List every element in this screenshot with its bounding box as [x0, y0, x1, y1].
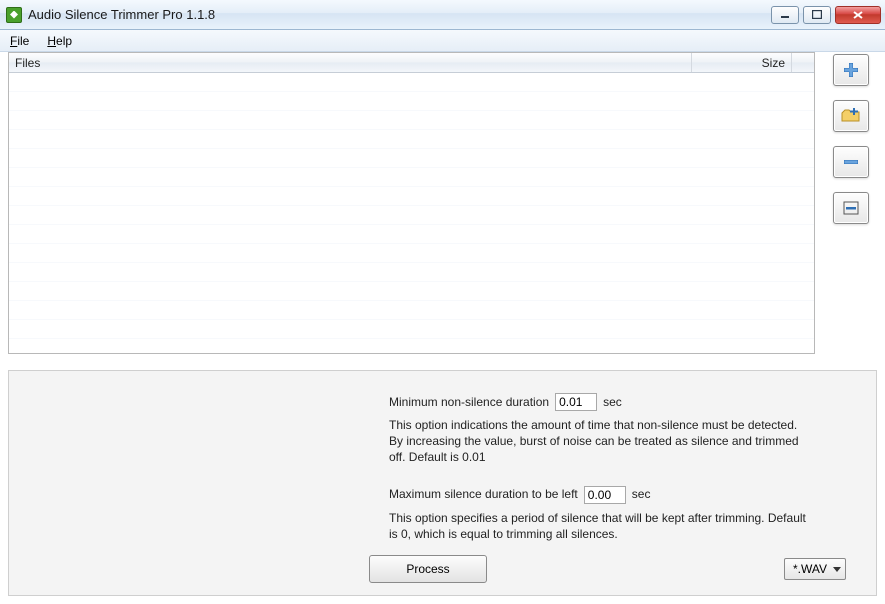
minimize-button[interactable]	[771, 6, 799, 24]
maximize-button[interactable]	[803, 6, 831, 24]
clear-all-icon	[842, 199, 860, 217]
menu-bar: File Help	[0, 30, 885, 52]
max-silence-desc: This option specifies a period of silenc…	[389, 510, 809, 542]
column-spacer	[792, 53, 814, 72]
max-silence-label: Maximum silence duration to be left	[389, 486, 578, 502]
column-files[interactable]: Files	[9, 53, 692, 72]
add-folder-button[interactable]	[833, 100, 869, 132]
close-button[interactable]	[835, 6, 881, 24]
options-panel: Minimum non-silence duration sec This op…	[8, 370, 877, 596]
output-format-value: *.WAV	[793, 562, 827, 576]
output-format-select[interactable]: *.WAV	[784, 558, 846, 580]
file-list-body[interactable]	[9, 73, 814, 353]
process-button[interactable]: Process	[369, 555, 487, 583]
max-silence-unit: sec	[632, 486, 651, 502]
menu-help[interactable]: Help	[47, 34, 72, 48]
add-file-button[interactable]	[833, 54, 869, 86]
title-bar: Audio Silence Trimmer Pro 1.1.8	[0, 0, 885, 30]
app-icon	[6, 7, 22, 23]
menu-file[interactable]: File	[10, 34, 29, 48]
remove-button[interactable]	[833, 146, 869, 178]
minus-icon	[842, 153, 860, 171]
side-toolbar	[833, 52, 877, 224]
column-size[interactable]: Size	[692, 53, 792, 72]
file-list-header: Files Size	[9, 53, 814, 73]
maximize-icon	[812, 10, 822, 19]
folder-plus-icon	[841, 107, 861, 125]
chevron-down-icon	[833, 567, 841, 572]
min-nonsilence-label: Minimum non-silence duration	[389, 394, 549, 410]
minimize-icon	[780, 11, 790, 19]
close-icon	[852, 10, 864, 20]
min-nonsilence-input[interactable]	[555, 393, 597, 411]
min-nonsilence-desc: This option indications the amount of ti…	[389, 417, 809, 466]
min-nonsilence-unit: sec	[603, 394, 622, 410]
remove-all-button[interactable]	[833, 192, 869, 224]
file-list[interactable]: Files Size	[8, 52, 815, 354]
window-title: Audio Silence Trimmer Pro 1.1.8	[28, 7, 771, 22]
plus-icon	[842, 61, 860, 79]
max-silence-input[interactable]	[584, 486, 626, 504]
window-controls	[771, 6, 881, 24]
